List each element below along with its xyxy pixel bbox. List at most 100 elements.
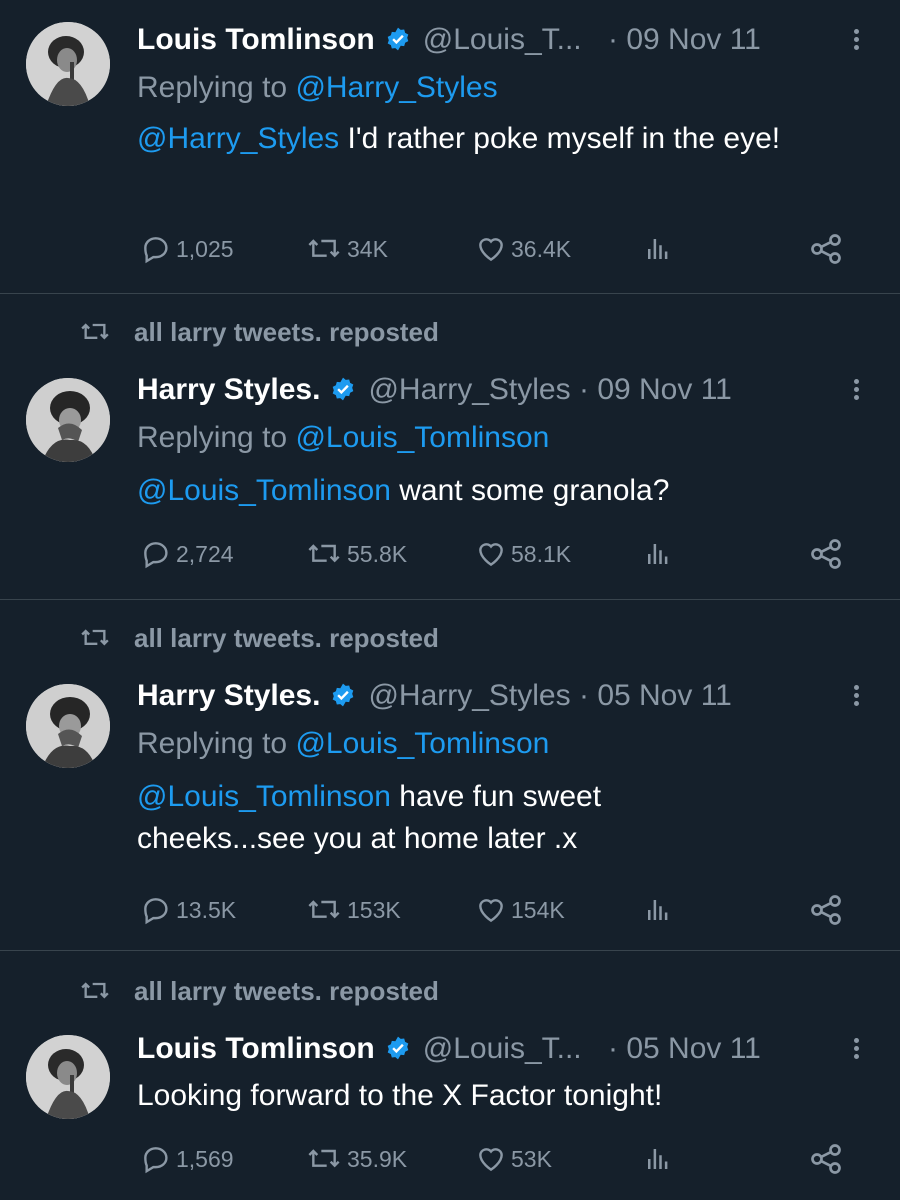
repost-count: 34K bbox=[347, 235, 388, 262]
reposted-by-label[interactable]: all larry tweets. reposted bbox=[134, 623, 439, 654]
repost-header: all larry tweets. reposted bbox=[78, 314, 439, 350]
reply-count: 1,025 bbox=[176, 235, 234, 262]
more-icon[interactable] bbox=[846, 682, 866, 712]
tweet-text: @Louis_Tomlinson have fun sweet cheeks..… bbox=[137, 776, 737, 860]
repost-icon bbox=[308, 239, 340, 258]
like-button[interactable]: 53K bbox=[475, 1139, 552, 1179]
more-icon[interactable] bbox=[846, 26, 866, 56]
like-button[interactable]: 36.4K bbox=[475, 229, 571, 269]
tweet-body: I'd rather poke myself in the eye! bbox=[339, 122, 781, 155]
reply-icon bbox=[144, 1147, 168, 1174]
views-button[interactable] bbox=[643, 890, 673, 930]
heart-icon bbox=[479, 543, 503, 567]
display-name[interactable]: Harry Styles. bbox=[137, 679, 320, 712]
tweet-actions: 1,025 34K 36.4K bbox=[0, 229, 900, 269]
tweet-body: want some granola? bbox=[390, 474, 670, 507]
handle[interactable]: @Louis_T... bbox=[423, 23, 582, 56]
repost-icon bbox=[308, 544, 340, 563]
timestamp[interactable]: 09 Nov 11 bbox=[597, 373, 732, 406]
display-name[interactable]: Harry Styles. bbox=[137, 373, 320, 406]
separator-dot: · bbox=[607, 1032, 618, 1065]
share-icon bbox=[811, 1144, 841, 1174]
views-icon bbox=[648, 900, 668, 920]
heart-icon bbox=[479, 1148, 503, 1172]
views-button[interactable] bbox=[643, 534, 673, 574]
reposted-by-label[interactable]: all larry tweets. reposted bbox=[134, 317, 439, 348]
reply-button[interactable]: 13.5K bbox=[140, 890, 236, 930]
share-button[interactable] bbox=[808, 1139, 844, 1179]
avatar[interactable] bbox=[26, 378, 110, 462]
like-button[interactable]: 58.1K bbox=[475, 534, 571, 574]
separator-dot: · bbox=[578, 679, 589, 712]
reply-to-link[interactable]: @Louis_Tomlinson bbox=[295, 421, 549, 454]
repost-button[interactable]: 55.8K bbox=[305, 534, 407, 574]
like-count: 53K bbox=[511, 1145, 552, 1172]
timestamp[interactable]: 05 Nov 11 bbox=[597, 679, 732, 712]
replying-to-label: Replying to bbox=[137, 727, 296, 760]
share-button[interactable] bbox=[808, 890, 844, 930]
repost-header: all larry tweets. reposted bbox=[78, 973, 439, 1009]
repost-icon bbox=[81, 982, 109, 999]
views-icon bbox=[648, 239, 668, 259]
replying-to-label: Replying to bbox=[137, 421, 296, 454]
share-button[interactable] bbox=[808, 229, 844, 269]
views-button[interactable] bbox=[643, 1139, 673, 1179]
tweet[interactable]: Louis Tomlinson @Louis_T... · 09 Nov 11 R… bbox=[0, 0, 900, 293]
like-count: 58.1K bbox=[511, 540, 572, 567]
more-icon[interactable] bbox=[846, 1035, 866, 1065]
repost-icon bbox=[308, 1149, 340, 1168]
display-name[interactable]: Louis Tomlinson bbox=[137, 1032, 375, 1065]
reply-button[interactable]: 2,724 bbox=[140, 534, 234, 574]
reply-button[interactable]: 1,569 bbox=[140, 1139, 234, 1179]
repost-count: 153K bbox=[347, 896, 401, 923]
share-icon bbox=[811, 539, 841, 569]
separator-dot: · bbox=[578, 373, 589, 406]
mention-link[interactable]: @Louis_Tomlinson bbox=[137, 780, 391, 813]
share-button[interactable] bbox=[808, 534, 844, 574]
heart-icon bbox=[479, 899, 503, 923]
timestamp[interactable]: 05 Nov 11 bbox=[626, 1032, 761, 1065]
tweet[interactable]: all larry tweets. reposted Louis Tomlins… bbox=[0, 951, 900, 1200]
tweet-header: Louis Tomlinson @Louis_T... · 09 Nov 11 bbox=[137, 22, 761, 58]
reply-count: 13.5K bbox=[176, 896, 237, 923]
like-button[interactable]: 154K bbox=[475, 890, 565, 930]
repost-button[interactable]: 35.9K bbox=[305, 1139, 407, 1179]
avatar[interactable] bbox=[26, 22, 110, 106]
reply-context: Replying to @Harry_Styles bbox=[137, 70, 498, 106]
reply-count: 2,724 bbox=[176, 540, 234, 567]
tweet[interactable]: all larry tweets. reposted Harry Styles.… bbox=[0, 294, 900, 599]
reply-to-link[interactable]: @Harry_Styles bbox=[295, 71, 497, 104]
reply-icon bbox=[144, 237, 168, 264]
replying-to-label: Replying to bbox=[137, 71, 296, 104]
mention-link[interactable]: @Harry_Styles bbox=[137, 122, 339, 155]
reply-context: Replying to @Louis_Tomlinson bbox=[137, 726, 549, 762]
tweet-actions: 1,569 35.9K 53K bbox=[0, 1139, 900, 1179]
repost-button[interactable]: 34K bbox=[305, 229, 388, 269]
timestamp[interactable]: 09 Nov 11 bbox=[626, 23, 761, 56]
tweet[interactable]: all larry tweets. reposted Harry Styles.… bbox=[0, 600, 900, 950]
handle[interactable]: @Harry_Styles bbox=[368, 373, 570, 406]
mention-link[interactable]: @Louis_Tomlinson bbox=[137, 474, 391, 507]
handle[interactable]: @Harry_Styles bbox=[368, 679, 570, 712]
share-icon bbox=[811, 234, 841, 264]
views-icon bbox=[648, 544, 668, 564]
views-button[interactable] bbox=[643, 229, 673, 269]
reply-to-link[interactable]: @Louis_Tomlinson bbox=[295, 727, 549, 760]
avatar[interactable] bbox=[26, 684, 110, 768]
avatar[interactable] bbox=[26, 1035, 110, 1119]
repost-button[interactable]: 153K bbox=[305, 890, 401, 930]
display-name[interactable]: Louis Tomlinson bbox=[137, 23, 375, 56]
heart-icon bbox=[479, 238, 503, 262]
more-icon[interactable] bbox=[846, 376, 866, 406]
tweet-text: Looking forward to the X Factor tonight! bbox=[137, 1075, 837, 1117]
reply-button[interactable]: 1,025 bbox=[140, 229, 234, 269]
tweet-header: Harry Styles. @Harry_Styles · 09 Nov 11 bbox=[137, 372, 732, 408]
avatar-photo bbox=[26, 378, 110, 462]
tweet-header: Louis Tomlinson @Louis_T... · 05 Nov 11 bbox=[137, 1031, 761, 1067]
handle[interactable]: @Louis_T... bbox=[423, 1032, 582, 1065]
avatar-photo bbox=[26, 684, 110, 768]
reposted-by-label[interactable]: all larry tweets. reposted bbox=[134, 976, 439, 1007]
tweet-text: @Harry_Styles I'd rather poke myself in … bbox=[137, 118, 837, 160]
verified-badge-icon bbox=[387, 1036, 409, 1060]
repost-icon bbox=[308, 900, 340, 919]
